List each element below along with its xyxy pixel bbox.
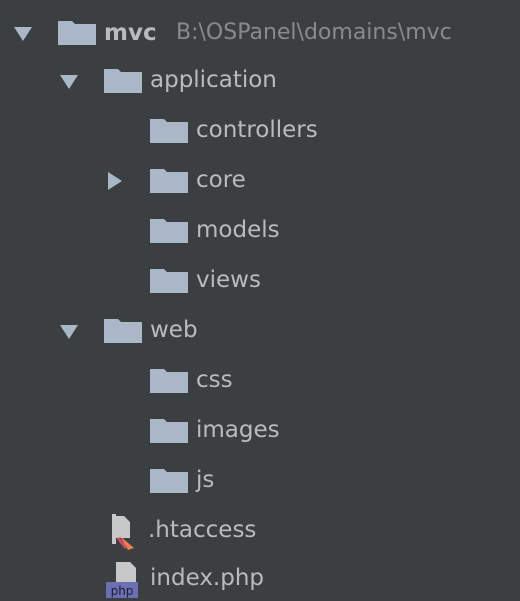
tree-item-label: controllers [196, 117, 318, 143]
tree-row-application[interactable]: application [0, 56, 520, 106]
folder-icon [150, 467, 188, 493]
folder-icon [104, 67, 142, 93]
tree-row-models[interactable]: models [0, 206, 520, 256]
tree-row-core[interactable]: core [0, 156, 520, 206]
htaccess-file-icon [106, 512, 142, 556]
tree-item-label: application [150, 67, 277, 93]
root-folder-name: mvc [104, 20, 157, 46]
tree-item-label: models [196, 217, 280, 243]
project-tree: mvc B:\OSPanel\domains\mvc application c… [0, 0, 520, 601]
tree-row-mvc[interactable]: mvc B:\OSPanel\domains\mvc [0, 8, 520, 58]
folder-icon [104, 317, 142, 343]
chevron-down-icon[interactable] [60, 75, 78, 89]
chevron-down-icon[interactable] [14, 27, 32, 41]
tree-row-js[interactable]: js [0, 456, 520, 506]
tree-item-label: core [196, 167, 246, 193]
tree-row-web[interactable]: web [0, 306, 520, 356]
folder-icon [150, 117, 188, 143]
tree-item-label: index.php [150, 565, 265, 591]
folder-icon [150, 167, 188, 193]
folder-icon [58, 19, 96, 45]
tree-item-label: images [196, 417, 280, 443]
tree-row-css[interactable]: css [0, 356, 520, 406]
folder-icon [150, 367, 188, 393]
tree-item-label: web [150, 317, 198, 343]
tree-item-label: .htaccess [148, 517, 257, 543]
tree-row-index-php[interactable]: php index.php [0, 554, 520, 601]
chevron-down-icon[interactable] [60, 325, 78, 339]
svg-text:php: php [111, 584, 134, 598]
php-file-icon: php [104, 560, 144, 601]
folder-icon [150, 217, 188, 243]
tree-row-images[interactable]: images [0, 406, 520, 456]
folder-icon [150, 267, 188, 293]
tree-item-label: css [196, 367, 233, 393]
chevron-right-icon[interactable] [108, 172, 122, 190]
root-folder-path: B:\OSPanel\domains\mvc [176, 20, 452, 45]
tree-row-views[interactable]: views [0, 256, 520, 306]
tree-item-label: views [196, 267, 261, 293]
tree-row-htaccess[interactable]: .htaccess [0, 506, 520, 556]
tree-item-label: js [196, 467, 215, 493]
folder-icon [150, 417, 188, 443]
tree-row-controllers[interactable]: controllers [0, 106, 520, 156]
